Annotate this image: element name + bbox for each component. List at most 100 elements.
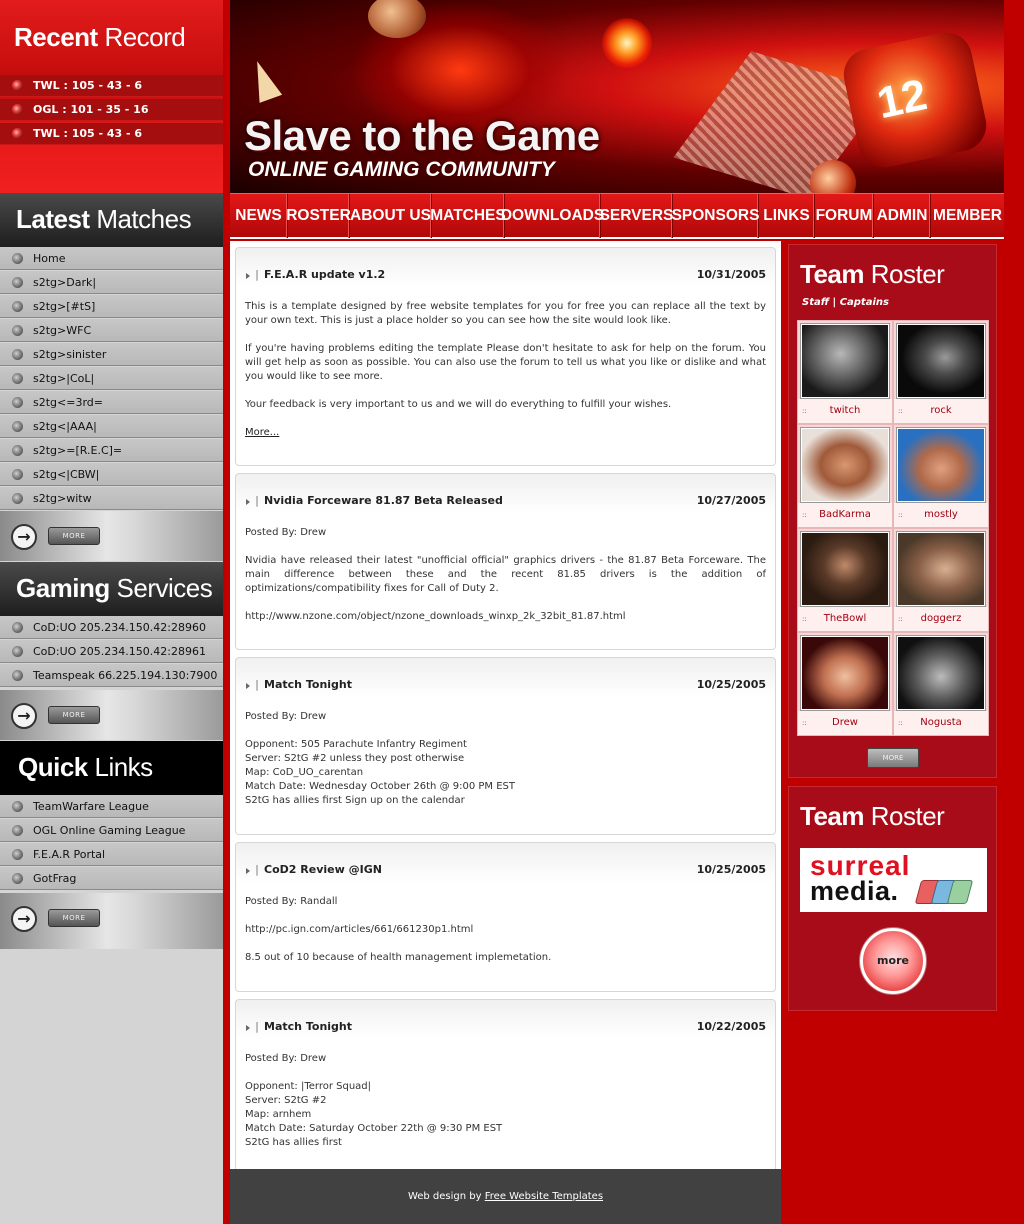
post-title[interactable]: | Match Tonight <box>246 1020 352 1033</box>
post-body: Posted By: Drew Nvidia have released the… <box>245 527 766 624</box>
match-item[interactable]: s2tg>[#tS] <box>0 295 223 318</box>
post-body: Posted By: Drew Opponent: |Terror Squad|… <box>245 1053 503 1148</box>
nav-servers[interactable]: SERVERS <box>600 194 673 238</box>
roster-member[interactable]: twitch <box>797 320 893 424</box>
match-item[interactable]: s2tg>sinister <box>0 343 223 366</box>
member-name[interactable]: rock <box>894 399 988 423</box>
match-item[interactable]: s2tg>Dark| <box>0 271 223 294</box>
member-name[interactable]: twitch <box>798 399 892 423</box>
bullet-icon <box>12 276 23 288</box>
member-photo[interactable] <box>800 635 890 711</box>
quick-link-item[interactable]: F.E.A.R Portal <box>0 843 223 866</box>
gaming-services-more-button[interactable]: MORE <box>48 706 100 724</box>
post-title[interactable]: | Nvidia Forceware 81.87 Beta Released <box>246 494 503 507</box>
roster-member[interactable]: Drew <box>797 632 893 736</box>
member-name[interactable]: doggerz <box>894 607 988 631</box>
match-item[interactable]: Home <box>0 247 223 270</box>
captains-link[interactable]: Captains <box>840 297 889 308</box>
member-photo[interactable] <box>896 635 986 711</box>
member-photo[interactable] <box>896 427 986 503</box>
service-item[interactable]: CoD:UO 205.234.150.42:28960 <box>0 616 223 639</box>
post-date: 10/31/2005 <box>696 268 766 281</box>
roster-member[interactable]: rock <box>893 320 989 424</box>
latest-matches-more-button[interactable]: MORE <box>48 527 100 545</box>
post-link[interactable]: http://www.nzone.com/object/nzone_downlo… <box>245 610 766 624</box>
member-name[interactable]: Nogusta <box>894 711 988 735</box>
sponsor-logo[interactable]: surreal media. <box>800 848 987 912</box>
nav-member[interactable]: MEMBER <box>931 194 1004 238</box>
match-item[interactable]: s2tg>|CoL| <box>0 367 223 390</box>
quick-link-item[interactable]: OGL Online Gaming League <box>0 819 223 842</box>
member-photo[interactable] <box>800 427 890 503</box>
roster-member[interactable]: mostly <box>893 424 989 528</box>
roster-grid: twitch rock BadKarma mostly TheBowl dogg… <box>797 320 989 736</box>
service-item[interactable]: Teamspeak 66.225.194.130:7900 <box>0 664 223 687</box>
member-name[interactable]: Drew <box>798 711 892 735</box>
member-name[interactable]: TheBowl <box>798 607 892 631</box>
quick-links-more-button[interactable]: MORE <box>48 909 100 927</box>
match-item[interactable]: s2tg>WFC <box>0 319 223 342</box>
bullet-icon <box>12 645 23 657</box>
member-photo[interactable] <box>800 531 890 607</box>
service-item[interactable]: CoD:UO 205.234.150.42:28961 <box>0 640 223 663</box>
team-roster-title: Team Roster <box>800 259 945 289</box>
nav-links[interactable]: LINKS <box>759 194 815 238</box>
bullet-icon <box>12 621 23 633</box>
nav-roster[interactable]: ROSTER <box>286 194 351 238</box>
bullet-icon <box>12 468 23 480</box>
more-link[interactable]: More... <box>245 427 279 438</box>
left-sidebar: Recent Record TWL : 105 - 43 - 6 OGL : 1… <box>0 0 230 1224</box>
footer-link[interactable]: Free Website Templates <box>485 1191 603 1202</box>
post-title[interactable]: | F.E.A.R update v1.2 <box>246 268 385 281</box>
nav-admin[interactable]: ADMIN <box>874 194 931 238</box>
member-photo[interactable] <box>896 531 986 607</box>
post-title[interactable]: | Match Tonight <box>246 678 352 691</box>
gaming-services-header: Gaming Services <box>0 562 223 616</box>
arrow-right-icon[interactable]: → <box>11 703 37 729</box>
news-post: | Match Tonight 10/22/2005 Posted By: Dre… <box>235 999 776 1169</box>
roster-member[interactable]: Nogusta <box>893 632 989 736</box>
member-name[interactable]: mostly <box>894 503 988 527</box>
nav-downloads[interactable]: DOWNLOADS <box>501 194 604 238</box>
member-photo[interactable] <box>896 323 986 399</box>
sidebar-edge <box>223 0 230 1224</box>
arrow-right-icon[interactable]: → <box>11 524 37 550</box>
nav-news[interactable]: NEWS <box>230 194 288 238</box>
roster-more-button[interactable]: MORE <box>867 748 919 768</box>
match-item[interactable]: s2tg<|CBW| <box>0 463 223 486</box>
roster-member[interactable]: BadKarma <box>797 424 893 528</box>
post-title[interactable]: | CoD2 Review @IGN <box>246 863 382 876</box>
post-body: Posted By: Drew Opponent: 505 Parachute … <box>245 711 515 806</box>
site-subtitle: ONLINE GAMING COMMUNITY <box>248 158 555 181</box>
match-item[interactable]: s2tg<|AAA| <box>0 415 223 438</box>
post-link[interactable]: http://pc.ign.com/articles/661/661230p1.… <box>245 923 766 937</box>
nav-sponsors[interactable]: SPONSORS <box>672 194 759 238</box>
bullet-icon <box>12 128 23 139</box>
nav-about-us[interactable]: ABOUT US <box>350 194 432 238</box>
footer: Web design by Free Website Templates <box>230 1169 781 1224</box>
bullet-icon <box>12 300 23 312</box>
arrow-icon <box>246 499 250 505</box>
quick-link-item[interactable]: TeamWarfare League <box>0 795 223 818</box>
roster-member[interactable]: doggerz <box>893 528 989 632</box>
staff-link[interactable]: Staff <box>802 297 829 308</box>
bullet-icon <box>12 872 23 884</box>
footer-credit: Web design by <box>407 1191 482 1202</box>
roster-member[interactable]: TheBowl <box>797 528 893 632</box>
quick-links-header: Quick Links <box>0 741 223 795</box>
quick-link-item[interactable]: GotFrag <box>0 867 223 890</box>
gaming-services-title: Gaming Services <box>16 573 213 603</box>
match-item[interactable]: s2tg<=3rd= <box>0 391 223 414</box>
match-item[interactable]: s2tg>=[R.E.C]= <box>0 439 223 462</box>
post-date: 10/25/2005 <box>696 678 766 691</box>
match-item[interactable]: s2tg>witw <box>0 487 223 510</box>
sponsor-panel-title: Team Roster <box>800 801 945 831</box>
post-date: 10/27/2005 <box>696 494 766 507</box>
arrow-right-icon[interactable]: → <box>11 906 37 932</box>
member-name[interactable]: BadKarma <box>798 503 892 527</box>
nav-matches[interactable]: MATCHES <box>430 194 506 238</box>
nav-forum[interactable]: FORUM <box>815 194 874 238</box>
sponsor-more-button[interactable]: more <box>860 928 926 994</box>
member-photo[interactable] <box>800 323 890 399</box>
site-title: Slave to the Game <box>244 112 600 159</box>
